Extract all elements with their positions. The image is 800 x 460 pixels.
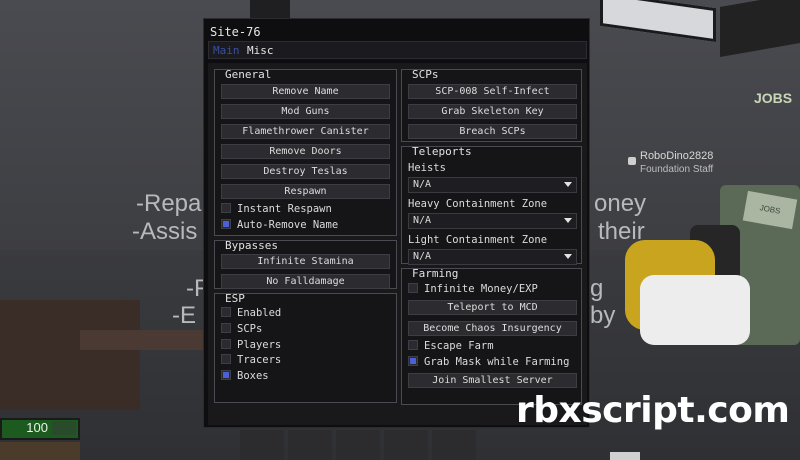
checkbox[interactable] bbox=[221, 323, 231, 333]
hotbar-slot[interactable] bbox=[384, 430, 428, 460]
no-falldamage-button[interactable]: No Falldamage bbox=[221, 274, 390, 289]
esp-panel: ESP Enabled SCPs Players Tracers Boxes bbox=[214, 292, 397, 403]
esp-players-toggle[interactable]: Players bbox=[221, 339, 281, 353]
hotbar-slot[interactable] bbox=[432, 430, 476, 460]
heavy-containment-label: Heavy Containment Zone bbox=[408, 198, 548, 210]
sign-text: -Repa bbox=[136, 190, 202, 217]
tab-misc[interactable]: Misc bbox=[247, 44, 274, 57]
player-team: Foundation Staff bbox=[640, 164, 714, 175]
sign-text: oney bbox=[594, 190, 647, 217]
toggle-label: Grab Mask while Farming bbox=[424, 356, 570, 368]
respawn-button[interactable]: Respawn bbox=[221, 184, 390, 199]
teleport-to-mcd-button[interactable]: Teleport to MCD bbox=[408, 300, 577, 315]
infinite-stamina-button[interactable]: Infinite Stamina bbox=[221, 254, 390, 269]
desk bbox=[0, 300, 140, 410]
sign-text: g bbox=[590, 275, 604, 302]
general-panel: General Remove Name Mod Guns Flamethrowe… bbox=[214, 68, 397, 236]
esp-title: ESP bbox=[225, 292, 245, 305]
scp008-self-infect-button[interactable]: SCP-008 Self-Infect bbox=[408, 84, 577, 99]
join-smallest-server-button[interactable]: Join Smallest Server bbox=[408, 373, 577, 388]
chair-cushion bbox=[640, 275, 750, 345]
hotbar-slot[interactable] bbox=[336, 430, 380, 460]
tab-main[interactable]: Main bbox=[213, 44, 240, 57]
checkbox[interactable] bbox=[221, 354, 231, 364]
heists-label: Heists bbox=[408, 162, 446, 174]
light-containment-label: Light Containment Zone bbox=[408, 234, 548, 246]
grab-skeleton-key-button[interactable]: Grab Skeleton Key bbox=[408, 104, 577, 119]
escape-farm-toggle[interactable]: Escape Farm bbox=[408, 340, 494, 354]
checkbox[interactable] bbox=[221, 219, 231, 229]
scps-panel: SCPs SCP-008 Self-Infect Grab Skeleton K… bbox=[401, 68, 582, 142]
toggle-label: SCPs bbox=[237, 323, 263, 335]
grab-mask-toggle[interactable]: Grab Mask while Farming bbox=[408, 356, 569, 370]
sign-text: -E bbox=[172, 302, 196, 329]
checkbox[interactable] bbox=[221, 307, 231, 317]
infinite-money-toggle[interactable]: Infinite Money/EXP bbox=[408, 283, 538, 297]
heartbeat-icon bbox=[52, 421, 76, 435]
farming-title: Farming bbox=[412, 267, 459, 280]
stamina-bar bbox=[0, 442, 80, 460]
toggle-label: Players bbox=[237, 339, 282, 351]
toggle-label: Infinite Money/EXP bbox=[424, 283, 538, 295]
general-title: General bbox=[225, 68, 272, 81]
hud-corner bbox=[610, 452, 640, 460]
esp-boxes-toggle[interactable]: Boxes bbox=[221, 370, 269, 384]
destroy-teslas-button[interactable]: Destroy Teslas bbox=[221, 164, 390, 179]
instant-respawn-toggle[interactable]: Instant Respawn bbox=[221, 203, 332, 217]
player-icon bbox=[628, 157, 636, 165]
toggle-label: Boxes bbox=[237, 370, 269, 382]
become-chaos-insurgency-button[interactable]: Become Chaos Insurgency bbox=[408, 321, 577, 336]
toggle-label: Tracers bbox=[237, 354, 282, 366]
health-value: 100 bbox=[26, 420, 48, 435]
dropdown-value: N/A bbox=[413, 251, 432, 262]
bypasses-title: Bypasses bbox=[225, 239, 278, 252]
light-containment-dropdown[interactable]: N/A bbox=[408, 249, 577, 265]
checkbox[interactable] bbox=[221, 339, 231, 349]
heists-dropdown[interactable]: N/A bbox=[408, 177, 577, 193]
teleports-title: Teleports bbox=[412, 145, 472, 158]
checkbox[interactable] bbox=[408, 283, 418, 293]
chevron-down-icon bbox=[564, 254, 572, 259]
watermark: rbxscript.com bbox=[516, 390, 790, 431]
chevron-down-icon bbox=[564, 182, 572, 187]
tab-content: General Remove Name Mod Guns Flamethrowe… bbox=[208, 63, 587, 425]
bypasses-panel: Bypasses Infinite Stamina No Falldamage bbox=[214, 239, 397, 289]
checkbox[interactable] bbox=[221, 370, 231, 380]
remove-name-button[interactable]: Remove Name bbox=[221, 84, 390, 99]
auto-remove-name-toggle[interactable]: Auto-Remove Name bbox=[221, 219, 338, 233]
checkbox[interactable] bbox=[221, 203, 231, 213]
teleports-panel: Teleports Heists N/A Heavy Containment Z… bbox=[401, 145, 582, 265]
esp-scps-toggle[interactable]: SCPs bbox=[221, 323, 262, 337]
jobs-sign: JOBS bbox=[754, 90, 793, 106]
checkbox[interactable] bbox=[408, 356, 418, 366]
toggle-label: Escape Farm bbox=[424, 340, 494, 352]
checkbox[interactable] bbox=[408, 340, 418, 350]
esp-tracers-toggle[interactable]: Tracers bbox=[221, 354, 281, 368]
esp-enabled-toggle[interactable]: Enabled bbox=[221, 307, 281, 321]
sign-text: -Assis bbox=[132, 218, 198, 245]
player-name: RoboDino2828 bbox=[640, 150, 714, 162]
dropdown-value: N/A bbox=[413, 215, 432, 226]
dropdown-value: N/A bbox=[413, 179, 432, 190]
hotbar bbox=[240, 430, 480, 460]
hotbar-slot[interactable] bbox=[288, 430, 332, 460]
scps-title: SCPs bbox=[412, 68, 439, 81]
flamethrower-canister-button[interactable]: Flamethrower Canister bbox=[221, 124, 390, 139]
heavy-containment-dropdown[interactable]: N/A bbox=[408, 213, 577, 229]
sign-text: by bbox=[590, 302, 616, 329]
desk-top bbox=[80, 330, 210, 350]
toggle-label: Enabled bbox=[237, 307, 282, 319]
script-window[interactable]: Site-76 Main Misc General Remove Name Mo… bbox=[203, 18, 590, 428]
window-title: Site-76 bbox=[210, 25, 261, 39]
chevron-down-icon bbox=[564, 218, 572, 223]
remove-doors-button[interactable]: Remove Doors bbox=[221, 144, 390, 159]
hotbar-slot[interactable] bbox=[240, 430, 284, 460]
mod-guns-button[interactable]: Mod Guns bbox=[221, 104, 390, 119]
toggle-label: Auto-Remove Name bbox=[237, 219, 339, 231]
farming-panel: Farming Infinite Money/EXP Teleport to M… bbox=[401, 267, 582, 405]
tab-bar: Main Misc bbox=[208, 41, 587, 59]
toggle-label: Instant Respawn bbox=[237, 203, 332, 215]
breach-scps-button[interactable]: Breach SCPs bbox=[408, 124, 577, 139]
